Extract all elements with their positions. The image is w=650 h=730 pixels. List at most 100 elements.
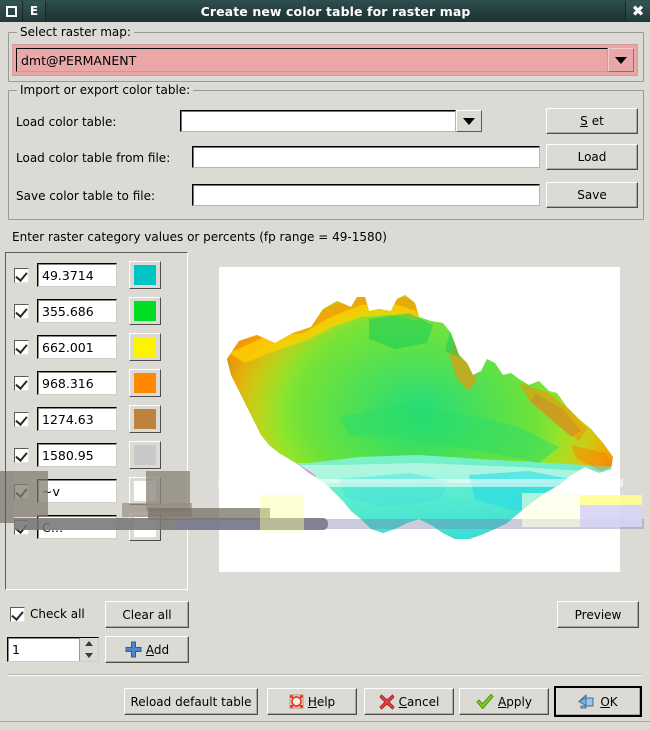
set-button-label: et [591, 114, 604, 128]
square-icon [5, 5, 17, 17]
raster-map-combobox[interactable]: dmt@PERMANENT [12, 44, 638, 76]
help-button-label: elp [316, 694, 336, 709]
dialog-window: E Create new color table for raster map … [0, 0, 650, 730]
category-row[interactable]: 662.001 [6, 329, 187, 365]
category-checkbox[interactable] [14, 483, 29, 499]
cancel-button[interactable]: Cancel [364, 688, 454, 715]
categories-heading: Enter raster category values or percents… [12, 230, 387, 244]
category-row[interactable]: 968.316 [6, 365, 187, 401]
category-checkbox[interactable] [14, 339, 29, 355]
category-value-input[interactable]: 968.316 [37, 371, 117, 395]
category-checkbox[interactable] [14, 267, 29, 283]
category-row[interactable]: 355.686 [6, 293, 187, 329]
color-swatch [134, 445, 156, 465]
color-swatch [134, 301, 156, 321]
category-row[interactable]: 49.3714 [6, 257, 187, 293]
category-row[interactable]: 1580.95 [6, 437, 187, 473]
status-bar [0, 721, 650, 730]
color-swatch [134, 265, 156, 285]
category-color-button[interactable] [129, 405, 161, 433]
ok-button-label: K [609, 694, 618, 709]
raster-map-preview [219, 267, 620, 572]
set-button-mnemonic: S [580, 114, 588, 128]
category-checkbox[interactable] [14, 303, 29, 319]
import-export-legend: Import or export color table: [17, 83, 194, 97]
color-swatch [134, 373, 156, 393]
save-button[interactable]: Save [546, 182, 638, 208]
ok-button-mnemonic: O [600, 694, 610, 709]
category-color-button[interactable] [129, 441, 161, 469]
raster-map-image [219, 267, 620, 572]
cancel-button-label: ancel [407, 694, 440, 709]
cancel-button-mnemonic: C [398, 694, 408, 709]
plus-icon [125, 641, 142, 658]
footer-divider [8, 674, 642, 676]
load-color-table-input[interactable] [180, 110, 456, 132]
category-row[interactable]: ~v [6, 473, 187, 509]
help-button-mnemonic: H [307, 694, 317, 709]
load-color-table-label: Load color table: [16, 115, 117, 129]
ok-button[interactable]: OK [554, 686, 642, 717]
category-checkbox[interactable] [14, 375, 29, 391]
set-button[interactable]: Set [546, 108, 638, 134]
load-color-table-chevron-down-icon[interactable] [456, 110, 482, 132]
stepper-down-icon[interactable] [80, 650, 98, 662]
save-to-file-label: Save color table to file: [16, 189, 156, 203]
category-value-input[interactable]: ~v [37, 479, 117, 503]
color-swatch [134, 409, 156, 429]
add-button-mnemonic: A [145, 642, 154, 657]
title-bar: E Create new color table for raster map … [0, 0, 650, 22]
category-row[interactable]: 1274.63 [6, 401, 187, 437]
check-all-label: Check all [30, 607, 85, 621]
category-value-input[interactable]: 662.001 [37, 335, 117, 359]
category-row[interactable]: C… [6, 509, 187, 545]
apply-button[interactable]: Apply [459, 688, 549, 715]
category-color-button[interactable] [129, 513, 161, 541]
color-swatch [134, 337, 156, 357]
check-all-checkbox[interactable] [10, 607, 25, 622]
category-checkbox[interactable] [14, 411, 29, 427]
window-title: Create new color table for raster map [200, 3, 471, 19]
chevron-down-icon[interactable] [608, 48, 634, 72]
category-color-button[interactable] [129, 477, 161, 505]
category-color-button[interactable] [129, 333, 161, 361]
menu-button[interactable]: E [23, 0, 46, 22]
load-from-file-label: Load color table from file: [16, 151, 171, 165]
add-button[interactable]: Add [105, 636, 189, 663]
ok-icon [578, 694, 594, 709]
add-count-stepper[interactable]: 1 [7, 637, 99, 662]
close-icon[interactable]: ✖ [625, 0, 650, 22]
stepper-buttons[interactable] [79, 638, 98, 661]
apply-button-label: pply [506, 694, 532, 709]
load-button[interactable]: Load [546, 144, 638, 170]
preview-button[interactable]: Preview [557, 601, 639, 628]
category-checkbox[interactable] [14, 519, 29, 535]
restore-button[interactable] [0, 0, 23, 22]
category-value-input[interactable]: 355.686 [37, 299, 117, 323]
category-color-button[interactable] [129, 297, 161, 325]
add-button-label: dd [153, 642, 170, 657]
clear-all-button[interactable]: Clear all [105, 601, 189, 628]
raster-map-value[interactable]: dmt@PERMANENT [16, 48, 608, 72]
category-list[interactable]: 49.3714 355.686 662.001 968.316 1274.63 1580.… [5, 252, 188, 590]
color-swatch [134, 481, 156, 501]
category-value-input[interactable]: 1580.95 [37, 443, 117, 467]
reload-default-table-button[interactable]: Reload default table [124, 688, 258, 715]
category-color-button[interactable] [129, 369, 161, 397]
load-from-file-input[interactable] [192, 146, 540, 168]
color-swatch [134, 517, 156, 537]
category-value-input[interactable]: 49.3714 [37, 263, 117, 287]
category-value-input[interactable]: C… [37, 515, 117, 539]
category-value-input[interactable]: 1274.63 [37, 407, 117, 431]
cancel-icon [379, 694, 395, 709]
add-count-value[interactable]: 1 [8, 638, 79, 661]
help-icon [289, 694, 304, 709]
menu-icon-label: E [29, 4, 39, 18]
select-raster-legend: Select raster map: [17, 25, 134, 39]
apply-icon [476, 693, 494, 709]
stepper-up-icon[interactable] [80, 638, 98, 650]
save-to-file-input[interactable] [192, 184, 540, 206]
category-checkbox[interactable] [14, 447, 29, 463]
category-color-button[interactable] [129, 261, 161, 289]
help-button[interactable]: Help [267, 688, 357, 715]
